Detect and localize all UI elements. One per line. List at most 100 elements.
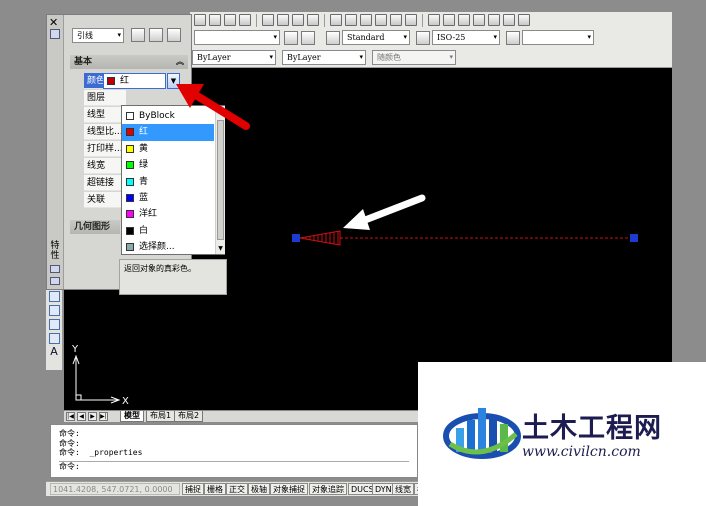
- color-option[interactable]: 蓝: [122, 190, 214, 206]
- new-icon[interactable]: [194, 14, 206, 26]
- offset-icon[interactable]: [518, 14, 530, 26]
- dim-style-icon[interactable]: [416, 31, 430, 45]
- zoom-window-icon[interactable]: [292, 14, 304, 26]
- calculator-icon[interactable]: [390, 14, 402, 26]
- category-geometry-label: 几何图形: [74, 222, 111, 232]
- palette-menu-icon[interactable]: [50, 277, 60, 285]
- color-option[interactable]: 青: [122, 174, 214, 190]
- prop-row-hyperlink[interactable]: 超链接: [84, 175, 126, 191]
- table-icon[interactable]: [506, 31, 520, 45]
- status-button[interactable]: 对象捕捉: [270, 483, 308, 495]
- toolbar-separator: [324, 13, 325, 27]
- open-icon[interactable]: [209, 14, 221, 26]
- dim-style-combo[interactable]: ISO-25 ▾: [432, 30, 500, 45]
- first-tab-arrow-icon[interactable]: |◀: [66, 412, 75, 421]
- watermark: 土木工程网 www.civilcn.com: [418, 362, 706, 506]
- markup-icon[interactable]: [375, 14, 387, 26]
- dim-icon[interactable]: [443, 14, 455, 26]
- tab-model[interactable]: 模型: [120, 411, 144, 422]
- toggle-pickadd-icon[interactable]: [131, 28, 145, 42]
- zoom-realtime-icon[interactable]: [277, 14, 289, 26]
- color-option[interactable]: 白: [122, 223, 214, 239]
- color-option[interactable]: 选择颜...: [122, 239, 214, 255]
- hatch-icon[interactable]: [48, 291, 60, 302]
- color-swatch: [126, 161, 134, 170]
- color-option[interactable]: 洋红: [122, 206, 214, 222]
- table-icon[interactable]: [48, 333, 60, 344]
- table-style-icon[interactable]: [301, 31, 315, 45]
- prev-tab-arrow-icon[interactable]: ◀: [77, 412, 86, 421]
- collapse-chevron-icon[interactable]: ︽: [176, 55, 184, 69]
- palette-settings-icon[interactable]: [50, 265, 60, 273]
- erase-icon[interactable]: [473, 14, 485, 26]
- command-history-line: 命令:: [59, 438, 80, 448]
- next-tab-arrow-icon[interactable]: ▶: [88, 412, 97, 421]
- status-button[interactable]: 正交: [226, 483, 248, 495]
- text-style-combo[interactable]: Standard ▾: [342, 30, 410, 45]
- status-button[interactable]: 对象追踪: [309, 483, 347, 495]
- status-button[interactable]: 线宽: [392, 483, 414, 495]
- scroll-down-arrow-icon[interactable]: ▼: [216, 244, 225, 253]
- leader-arrowhead-hatch: [305, 231, 339, 245]
- text-style-value: Standard: [347, 33, 385, 42]
- zoom-previous-icon[interactable]: [307, 14, 319, 26]
- prop-row-linetype-scale[interactable]: 线型比...: [84, 124, 126, 140]
- prop-row-layer[interactable]: 图层: [84, 90, 126, 106]
- scroll-thumb[interactable]: [217, 120, 224, 240]
- close-icon[interactable]: ✕: [49, 16, 58, 29]
- command-line-window[interactable]: 命令: 命令: 命令: _properties 命令:: [50, 424, 418, 478]
- prop-row-plot-style[interactable]: 打印样...: [84, 141, 126, 157]
- color-option[interactable]: 黄: [122, 141, 214, 157]
- select-objects-icon[interactable]: [149, 28, 163, 42]
- red-annotation-arrow: [176, 84, 250, 130]
- region-icon[interactable]: [48, 319, 60, 330]
- print-icon[interactable]: [239, 14, 251, 26]
- gradient-icon[interactable]: [48, 305, 60, 316]
- design-center-icon[interactable]: [345, 14, 357, 26]
- coordinate-display[interactable]: 1041.4208, 547.0721, 0.0000: [50, 483, 180, 495]
- last-tab-arrow-icon[interactable]: ▶|: [99, 412, 108, 421]
- watermark-logo: [443, 408, 521, 459]
- multileader-style-combo[interactable]: ▾: [522, 30, 594, 45]
- end-grip[interactable]: [630, 234, 638, 242]
- copy-icon[interactable]: [488, 14, 500, 26]
- help-icon[interactable]: [405, 14, 417, 26]
- properties-palette: ✕ 特性 引线 ▾ 基本 ︽ 颜色 图层 线型 线型比... 打印样... 线宽 …: [46, 14, 227, 295]
- quick-select-icon[interactable]: [167, 28, 181, 42]
- command-history-line: 命令: _properties: [59, 448, 143, 457]
- palette-titlebar[interactable]: ✕ 特性: [47, 15, 64, 289]
- properties-icon[interactable]: [330, 14, 342, 26]
- named-style-combo[interactable]: ▾: [194, 30, 280, 45]
- layer-icon[interactable]: [458, 14, 470, 26]
- prop-row-associative[interactable]: 关联: [84, 192, 126, 208]
- color-value-field[interactable]: 红: [103, 73, 166, 89]
- start-grip[interactable]: [292, 234, 300, 242]
- match-icon[interactable]: [428, 14, 440, 26]
- tab-layout2[interactable]: 布局2: [174, 411, 204, 422]
- mirror-icon[interactable]: [503, 14, 515, 26]
- status-button[interactable]: 极轴: [248, 483, 270, 495]
- color-option-label: 青: [139, 176, 149, 187]
- style-manager-icon[interactable]: [284, 31, 298, 45]
- mtext-icon[interactable]: A: [49, 346, 60, 358]
- tool-palette-icon[interactable]: [360, 14, 372, 26]
- color-option[interactable]: 绿: [122, 157, 214, 173]
- object-type-combo[interactable]: 引线 ▾: [72, 28, 124, 43]
- dim-style-value: ISO-25: [437, 33, 466, 42]
- status-button[interactable]: 捕捉: [182, 483, 204, 495]
- text-style-icon[interactable]: [326, 31, 340, 45]
- category-geometry[interactable]: 几何图形: [70, 220, 120, 234]
- prop-row-lineweight[interactable]: 线宽: [84, 158, 126, 174]
- status-button[interactable]: 栅格: [204, 483, 226, 495]
- linetype-combo[interactable]: ByLayer ▾: [192, 50, 276, 65]
- autohide-icon[interactable]: [50, 29, 60, 39]
- toolbar-separator: [256, 13, 257, 27]
- category-basic[interactable]: 基本 ︽: [70, 55, 188, 69]
- property-description-text: 返回对象的真彩色。: [124, 264, 196, 273]
- save-icon[interactable]: [224, 14, 236, 26]
- tab-layout1[interactable]: 布局1: [146, 411, 176, 422]
- pan-icon[interactable]: [262, 14, 274, 26]
- lineweight-combo[interactable]: ByLayer ▾: [282, 50, 366, 65]
- command-prompt[interactable]: 命令:: [59, 462, 409, 472]
- prop-row-linetype[interactable]: 线型: [84, 107, 126, 123]
